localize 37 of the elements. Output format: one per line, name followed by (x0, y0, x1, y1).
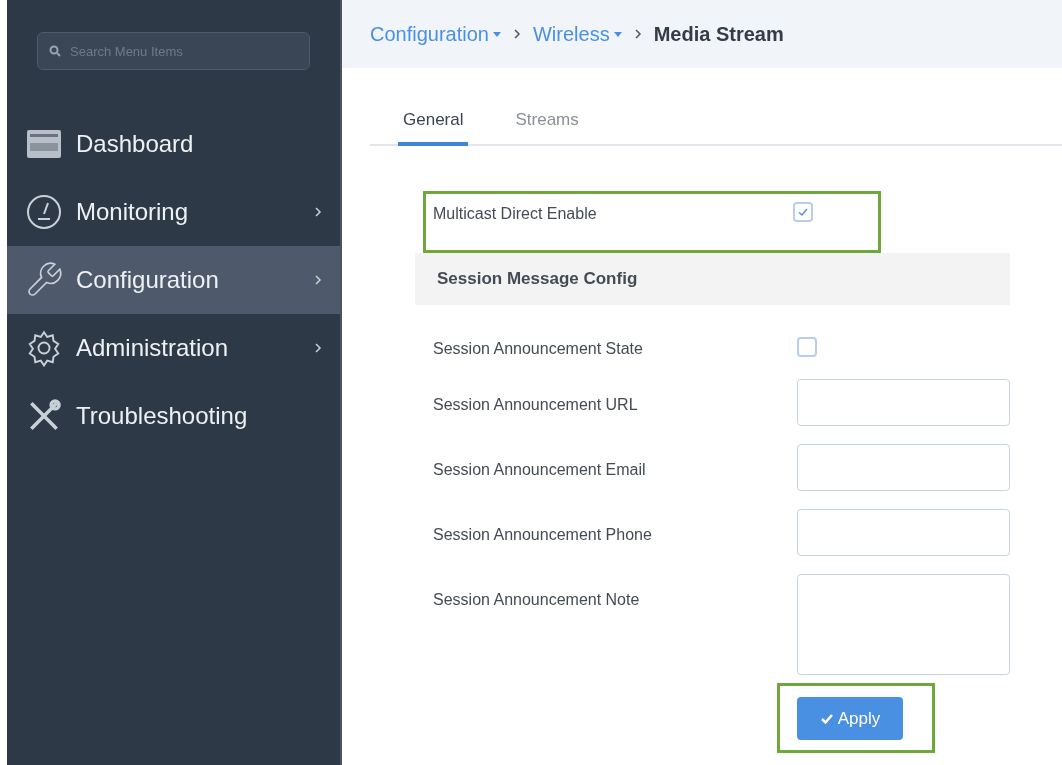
sidebar-item[interactable]: Configuration (7, 246, 340, 314)
sidebar-item[interactable]: Dashboard (7, 110, 340, 178)
chevron-right-icon (314, 342, 322, 354)
chevron-right-icon (633, 28, 642, 40)
sidebar-item[interactable]: Administration (7, 314, 340, 382)
chevron-right-icon (314, 274, 322, 286)
input-field[interactable] (797, 509, 1010, 556)
check-icon (819, 712, 834, 725)
sidebar-item[interactable]: Troubleshooting (7, 382, 340, 450)
check-icon (797, 206, 809, 218)
dashboard-icon (26, 129, 62, 159)
tab[interactable]: General (398, 106, 469, 146)
field-label: Session Announcement Note (433, 590, 641, 610)
sidebar-label: Configuration (76, 265, 220, 295)
field-label: Session Announcement Phone (433, 525, 653, 545)
sidebar-label: Administration (76, 333, 230, 363)
input-field[interactable] (797, 379, 1010, 426)
gauge-icon (26, 194, 62, 230)
sidebar-item[interactable]: Monitoring (7, 178, 340, 246)
input-field[interactable] (797, 444, 1010, 491)
field-label: Multicast Direct Enable (433, 204, 598, 224)
text-area[interactable] (797, 574, 1010, 675)
field-label: Session Announcement URL (433, 395, 639, 415)
section-title: Session Message Config (437, 268, 638, 291)
caret-icon (492, 31, 501, 37)
search-icon (49, 45, 61, 57)
chevron-right-icon (314, 206, 322, 218)
chevron-right-icon (512, 28, 521, 40)
sidebar-label: Troubleshooting (76, 401, 249, 431)
checkbox[interactable] (793, 202, 813, 222)
sidebar-label: Monitoring (76, 197, 190, 227)
field-label: Session Announcement Email (433, 460, 647, 480)
breadcrumb-current: Media Stream (653, 22, 784, 47)
caret-icon (613, 31, 622, 37)
checkbox[interactable] (797, 337, 817, 357)
field-label: Session Announcement State (433, 339, 644, 359)
sidebar-label: Dashboard (76, 129, 195, 159)
